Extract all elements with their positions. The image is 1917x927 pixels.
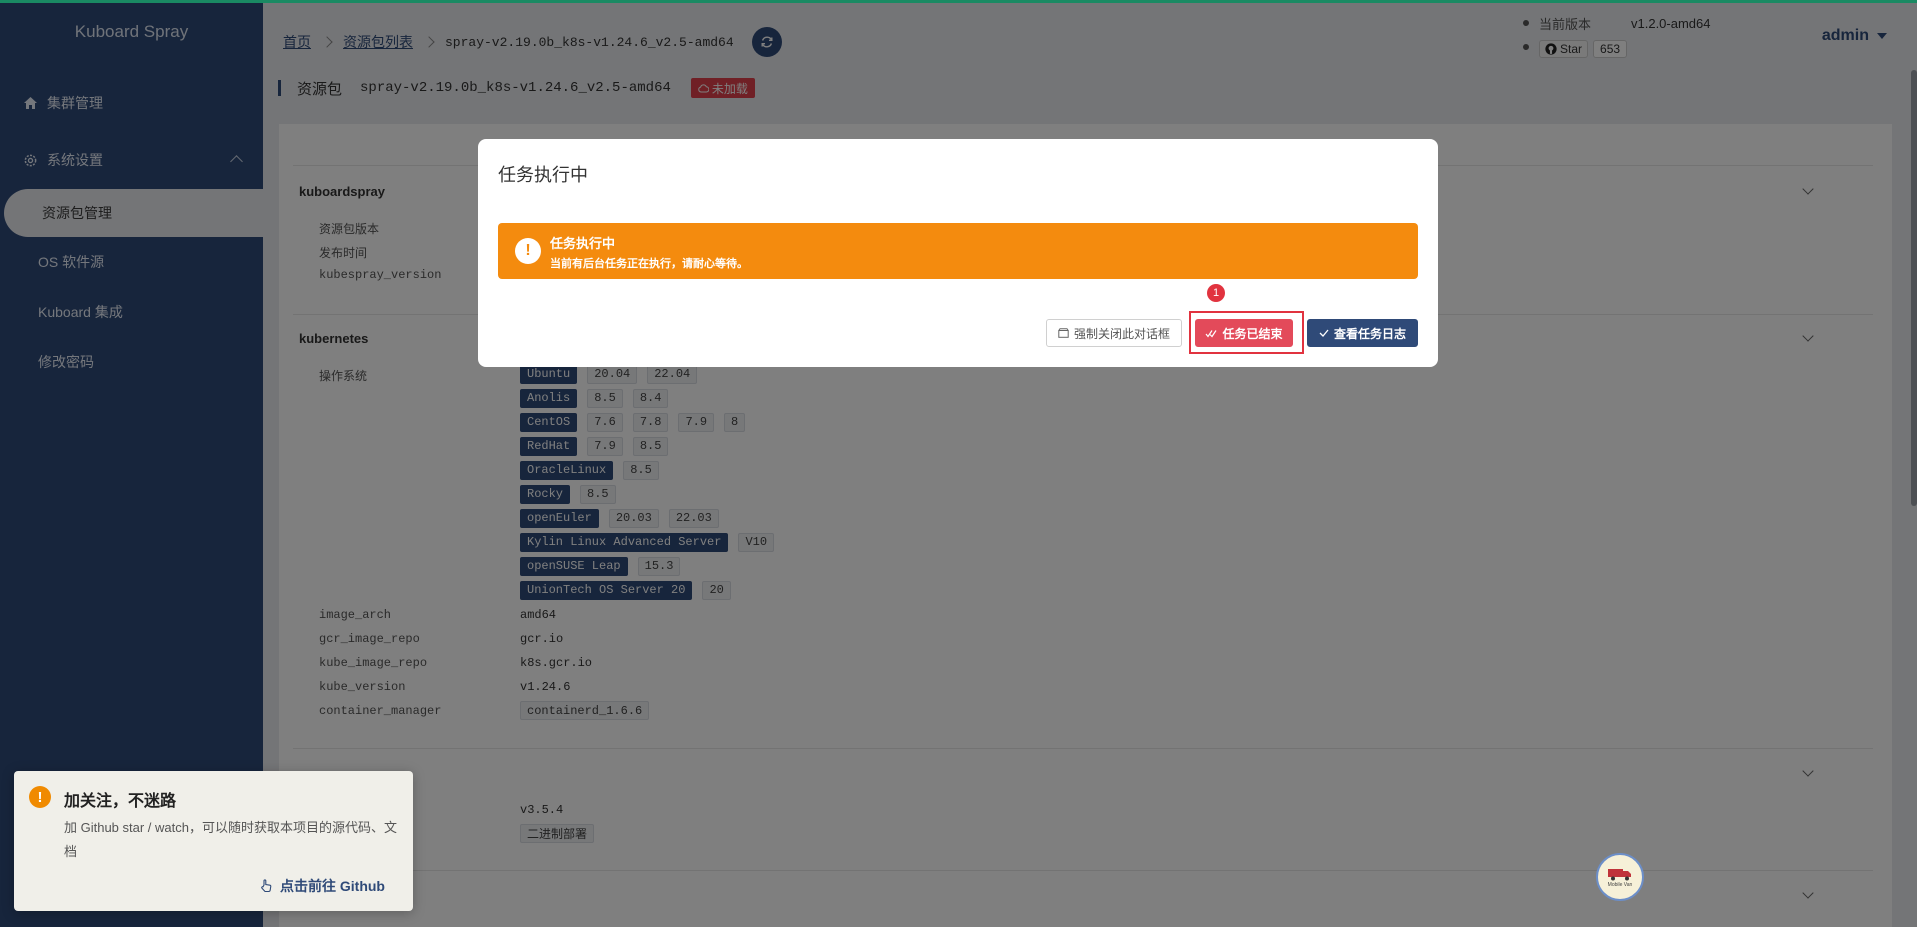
github-follow-notification: ! 加关注，不迷路 加 Github star / watch，可以随时获取本项… <box>14 771 413 911</box>
step-badge: 1 <box>1207 284 1225 302</box>
task-running-alert: ! 任务执行中 当前有后台任务正在执行，请耐心等待。 <box>498 223 1418 279</box>
button-label: 强制关闭此对话框 <box>1073 326 1170 341</box>
button-label: 查看任务日志 <box>1333 326 1406 341</box>
truck-icon <box>1608 868 1631 880</box>
task-running-dialog: 任务执行中 ! 任务执行中 当前有后台任务正在执行，请耐心等待。 1 强制关闭此… <box>478 139 1438 367</box>
top-accent-line <box>0 0 1917 3</box>
notification-title: 加关注，不迷路 <box>64 793 177 810</box>
alert-description: 当前有后台任务正在执行，请耐心等待。 <box>550 258 748 270</box>
github-link[interactable]: 点击前往 Github <box>259 876 385 896</box>
github-link-label: 点击前往 Github <box>280 878 385 894</box>
warning-icon: ! <box>29 786 51 808</box>
check-double-icon <box>1205 329 1217 338</box>
view-task-log-button[interactable]: 查看任务日志 <box>1307 319 1418 347</box>
hand-pointer-icon <box>261 879 272 893</box>
badge-label: Mobile Van <box>1607 881 1633 888</box>
notification-body: 加 Github star / watch，可以随时获取本项目的源代码、文档 <box>64 820 397 859</box>
warning-icon: ! <box>515 238 541 264</box>
dialog-title: 任务执行中 <box>498 165 588 185</box>
check-icon <box>1319 329 1329 337</box>
force-close-button[interactable]: 强制关闭此对话框 <box>1046 319 1182 347</box>
mobile-van-badge[interactable]: Mobile Van <box>1596 853 1644 901</box>
box-icon <box>1058 328 1069 338</box>
button-label: 任务已结束 <box>1222 326 1283 341</box>
task-done-button[interactable]: 任务已结束 <box>1195 319 1293 347</box>
alert-title: 任务执行中 <box>550 236 616 251</box>
